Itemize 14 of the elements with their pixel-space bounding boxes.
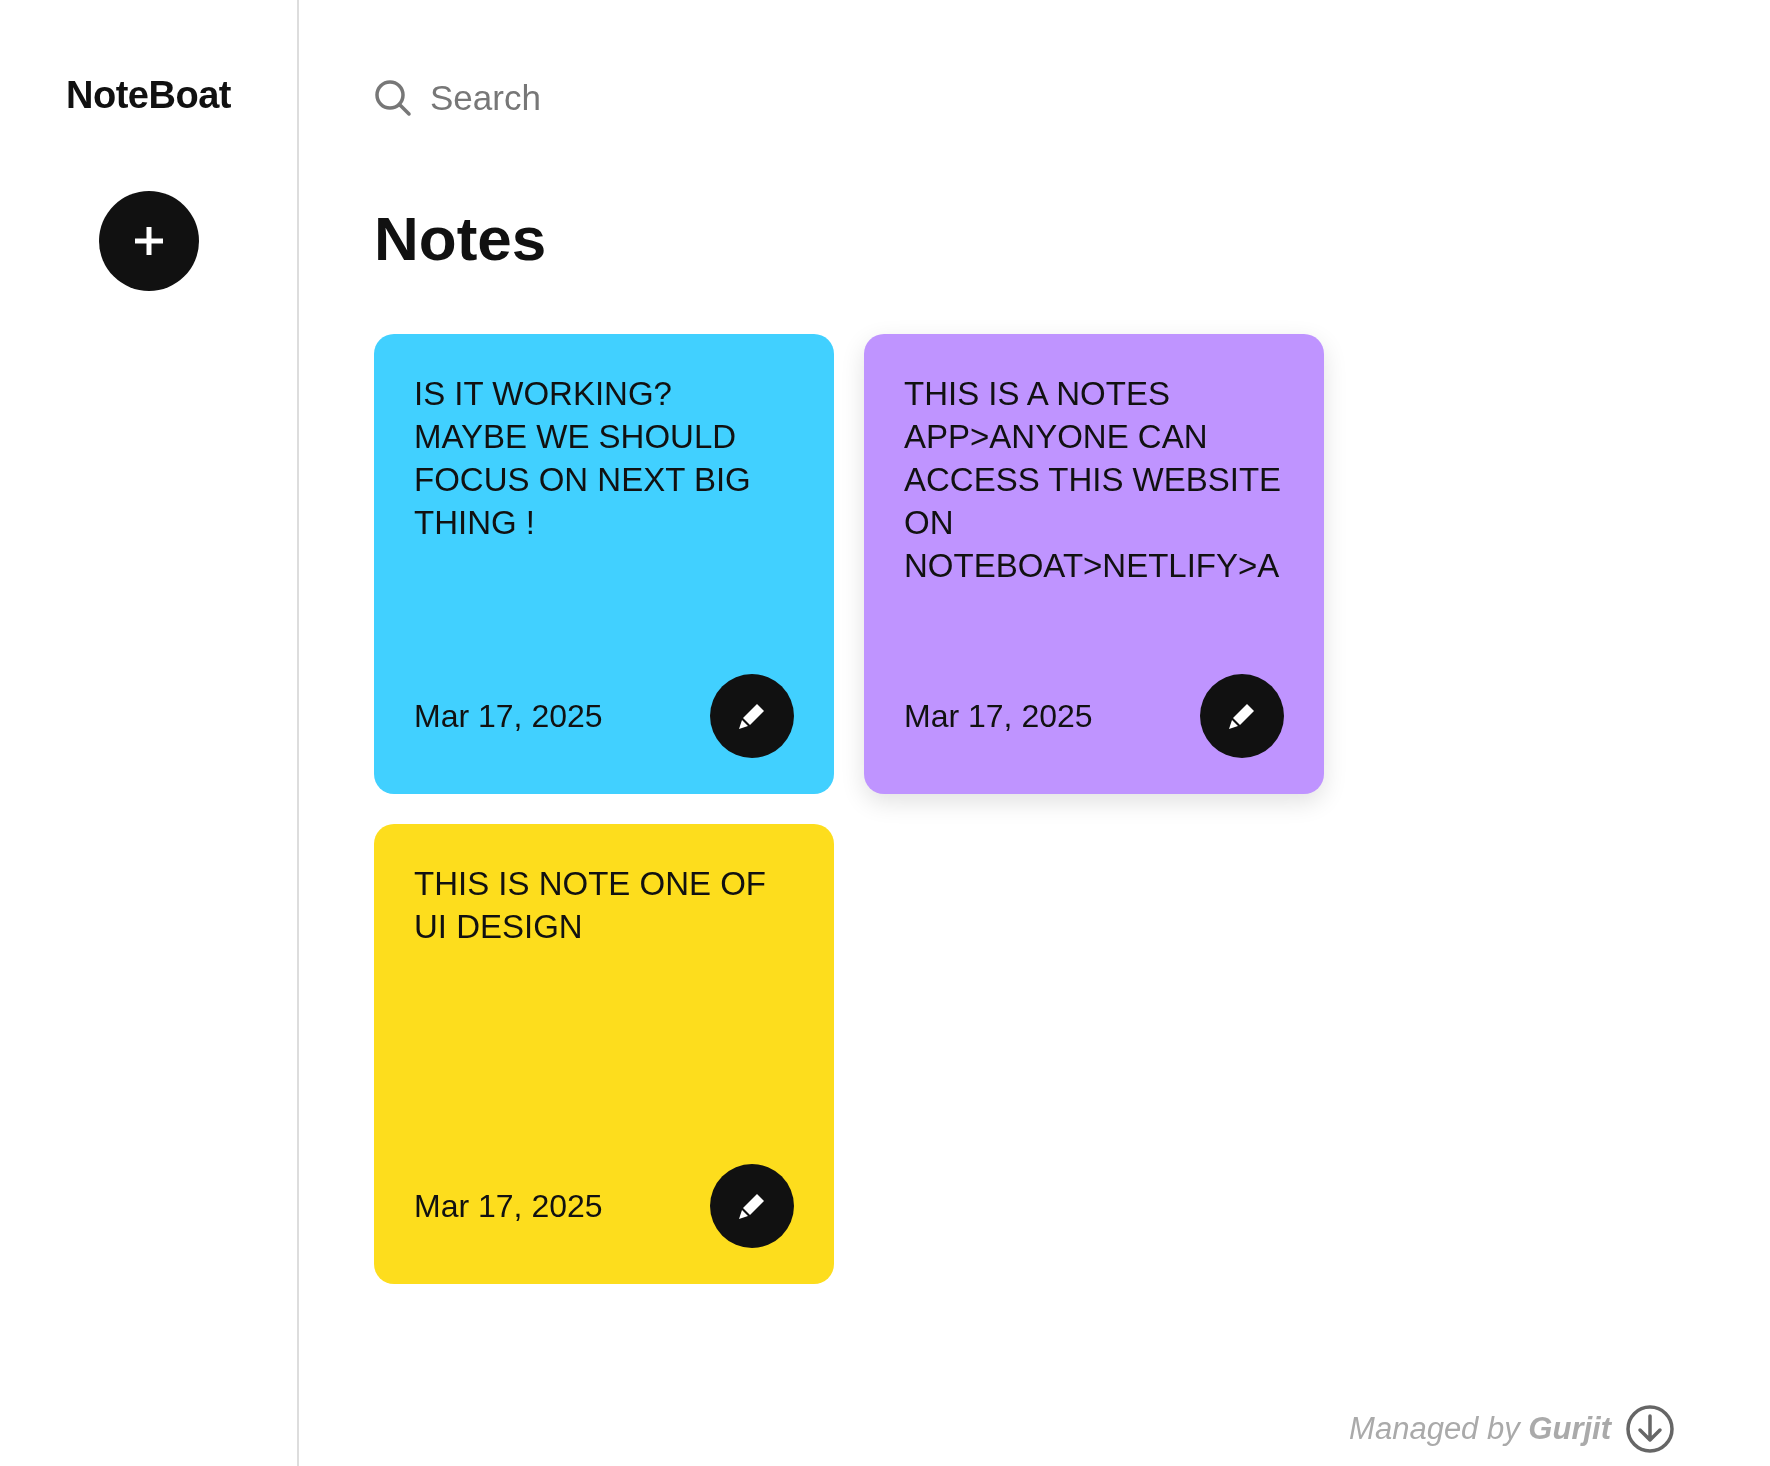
page-title: Notes xyxy=(374,203,548,275)
note-card[interactable]: THIS IS NOTE ONE OF UI DESIGN Mar 17, 2025 xyxy=(374,824,834,1285)
note-date: Mar 17, 2025 xyxy=(414,1187,603,1225)
note-date: Mar 17, 2025 xyxy=(414,697,603,735)
note-text: THIS IS NOTE ONE OF UI DESIGN xyxy=(414,864,768,948)
note-date: Mar 17, 2025 xyxy=(904,697,1093,735)
download-icon[interactable] xyxy=(1625,1404,1675,1454)
note-card[interactable]: THIS IS A NOTES APP>ANYONE CAN ACCESS THIS WEBSITE ON NOTEBOAT>NETLIFY>A Mar 17, 2025 xyxy=(864,334,1324,795)
note-text: IS IT WORKING? MAYBE WE SHOULD FOCUS ON NEXT BIG THING ! xyxy=(414,374,752,544)
note-text: THIS IS A NOTES APP>ANYONE CAN ACCESS THIS WEBSITE ON NOTEBOAT>NETLIFY>A xyxy=(904,374,1282,587)
app-logo: NoteBoat xyxy=(66,74,231,117)
footer-credit: Managed by Gurjit xyxy=(1349,1411,1611,1447)
search-icon xyxy=(374,79,412,117)
note-card[interactable]: IS IT WORKING? MAYBE WE SHOULD FOCUS ON NEXT BIG THING ! Mar 17, 2025 xyxy=(374,334,834,795)
